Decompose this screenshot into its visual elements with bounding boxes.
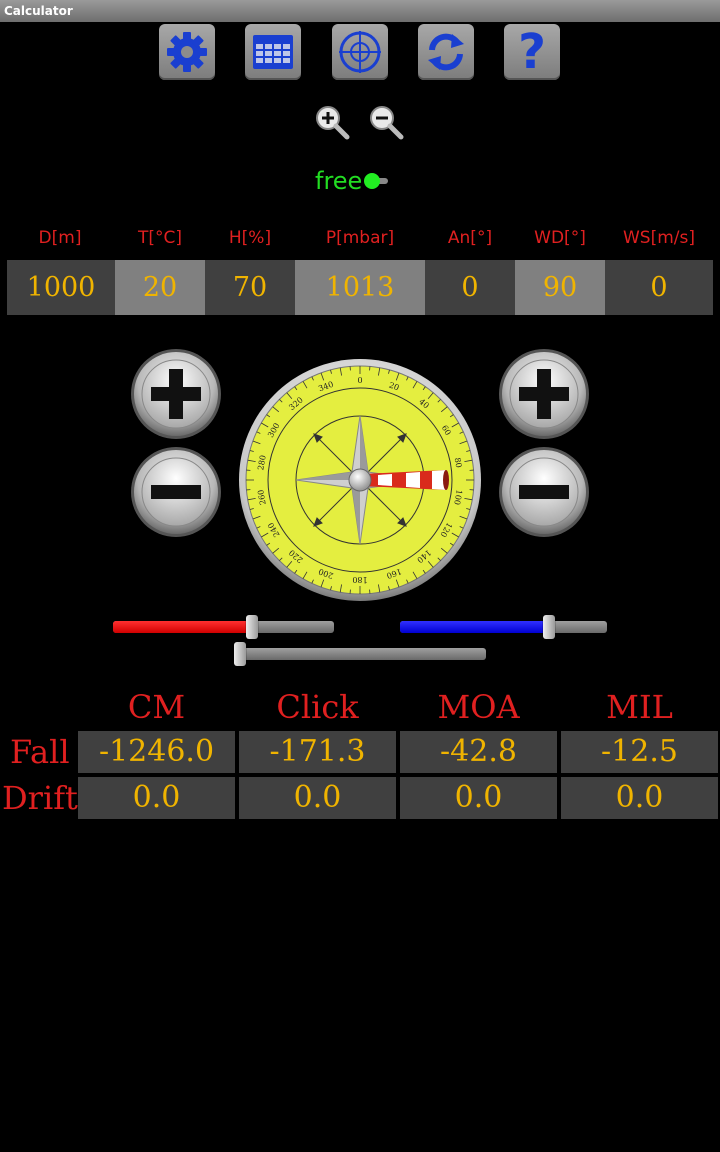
fall-mil-value: -12.5	[561, 731, 718, 773]
help-button[interactable]: ?	[504, 24, 560, 80]
header-angle: An[°]	[447, 228, 493, 248]
blue-slider-thumb[interactable]	[543, 615, 555, 639]
refresh-icon	[428, 33, 464, 71]
target-button[interactable]	[332, 24, 388, 80]
column-cm: CM	[127, 688, 186, 726]
blue-slider[interactable]	[400, 615, 607, 639]
right-plus-button[interactable]	[498, 348, 590, 440]
temperature-field[interactable]: 20	[115, 260, 205, 315]
minus-icon	[499, 447, 589, 537]
header-temperature: T[°C]	[137, 228, 183, 248]
zoom-out-icon	[370, 106, 404, 140]
wind-compass[interactable]: 0 20 40 60 80 100 120 140 160 180 200 220 240 260 280 3…	[238, 358, 482, 602]
refresh-button[interactable]	[418, 24, 474, 80]
header-distance: D[m]	[38, 228, 82, 248]
column-click: Click	[276, 688, 359, 726]
minus-icon	[131, 447, 221, 537]
fall-click-value: -171.3	[239, 731, 396, 773]
header-humidity: H[%]	[228, 228, 272, 248]
zoom-out-button[interactable]	[368, 104, 404, 140]
free-mode-switch[interactable]: free	[315, 166, 389, 196]
wind-direction-field[interactable]: 90	[515, 260, 605, 315]
fall-cm-value: -1246.0	[78, 731, 235, 773]
column-moa: MOA	[437, 688, 520, 726]
pressure-field[interactable]: 1013	[295, 260, 425, 315]
bottom-slider-thumb[interactable]	[234, 642, 246, 666]
plus-icon	[131, 349, 221, 439]
red-slider-thumb[interactable]	[246, 615, 258, 639]
distance-field[interactable]: 1000	[7, 260, 115, 315]
drift-cm-value: 0.0	[78, 777, 235, 819]
compass-label: 0	[357, 376, 362, 385]
angle-field[interactable]: 0	[425, 260, 515, 315]
zoom-in-icon	[316, 106, 350, 140]
header-wind-speed: WS[m/s]	[622, 228, 695, 248]
compass-dial: 0204060801001201401601802002202402602803…	[239, 359, 481, 601]
red-slider[interactable]	[113, 615, 334, 639]
settings-button[interactable]	[159, 24, 215, 80]
left-minus-button[interactable]	[130, 446, 222, 538]
drift-mil-value: 0.0	[561, 777, 718, 819]
bottom-slider[interactable]	[234, 642, 486, 666]
table-icon	[253, 35, 293, 69]
toggle-knob	[364, 173, 381, 189]
help-icon: ?	[518, 24, 546, 80]
red-slider-fill	[113, 621, 250, 633]
plus-icon	[499, 349, 589, 439]
row-label-fall: Fall	[10, 733, 70, 771]
compass-label: 80	[453, 457, 464, 469]
column-mil: MIL	[606, 688, 673, 726]
crosshair-icon	[339, 31, 381, 73]
table-button[interactable]	[245, 24, 301, 80]
bottom-slider-track	[234, 648, 486, 660]
humidity-field[interactable]: 70	[205, 260, 295, 315]
free-mode-label: free	[315, 167, 363, 195]
free-mode-toggle[interactable]	[364, 173, 389, 189]
fall-moa-value: -42.8	[400, 731, 557, 773]
header-wind-direction: WD[°]	[534, 228, 586, 248]
compass-label: 180	[352, 575, 367, 584]
wind-speed-field[interactable]: 0	[605, 260, 713, 315]
right-minus-button[interactable]	[498, 446, 590, 538]
left-plus-button[interactable]	[130, 348, 222, 440]
gear-icon	[167, 32, 207, 72]
header-pressure: P[mbar]	[325, 228, 395, 248]
drift-click-value: 0.0	[239, 777, 396, 819]
row-label-drift: Drift	[2, 779, 78, 817]
zoom-in-button[interactable]	[314, 104, 350, 140]
window-title: Calculator	[4, 4, 73, 18]
drift-moa-value: 0.0	[400, 777, 557, 819]
title-bar: Calculator	[0, 0, 720, 22]
blue-slider-fill	[400, 621, 547, 633]
